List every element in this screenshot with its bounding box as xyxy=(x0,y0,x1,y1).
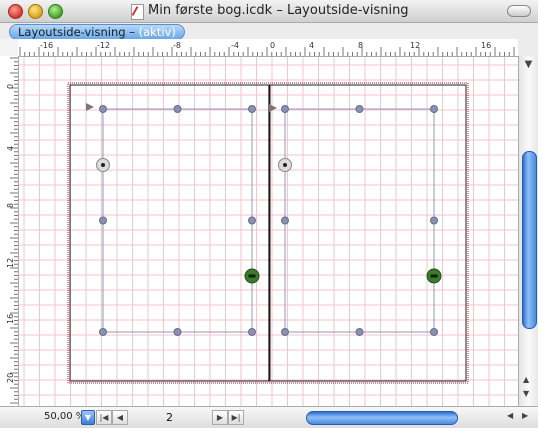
vertical-scrollbar[interactable]: ▼ ▲ ▼ xyxy=(518,56,538,406)
horizontal-scrollbar[interactable] xyxy=(298,409,507,425)
status-bar: 50,00 % ▼ |◀ ◀ 2 ▶ ▶| ◀ ▶ xyxy=(0,406,538,428)
frame-resize-handle[interactable] xyxy=(281,216,289,225)
tab-strip: Layoutside-visning – (aktiv) xyxy=(0,23,538,40)
next-page-icon[interactable]: ▶ xyxy=(212,410,228,425)
frame-resize-handle[interactable] xyxy=(248,216,256,225)
scroll-up-arrow-icon[interactable]: ▼ xyxy=(522,58,535,71)
ruler-label: 0 xyxy=(6,84,15,89)
vertical-ruler[interactable]: 0 4 8 12 16 20 xyxy=(0,56,19,406)
frame-resize-handle[interactable] xyxy=(430,216,438,225)
frame-resize-handle[interactable] xyxy=(355,105,364,113)
scroll-left-icon[interactable]: ◀ xyxy=(507,411,513,420)
frame-resize-handle[interactable] xyxy=(173,328,182,336)
ruler-label: 12 xyxy=(6,258,15,268)
ruler-label: -8 xyxy=(173,41,181,50)
scroll-right-icon[interactable]: ▶ xyxy=(522,411,528,420)
ruler-label: 4 xyxy=(309,41,314,50)
document-icon xyxy=(131,4,144,20)
window-title: Min første bog.icdk – Layoutside-visning xyxy=(148,3,409,18)
vertical-scroll-thumb[interactable] xyxy=(522,151,537,329)
scroll-down-icon[interactable]: ▼ xyxy=(523,389,529,398)
layout-canvas[interactable] xyxy=(19,57,518,406)
frame-resize-handle[interactable] xyxy=(99,105,107,113)
left-frame-out-port-icon[interactable] xyxy=(244,268,260,284)
frame-resize-handle[interactable] xyxy=(355,328,364,336)
right-frame-out-port-icon[interactable] xyxy=(426,268,442,284)
frame-resize-handle[interactable] xyxy=(99,216,107,225)
ruler-label: 16 xyxy=(481,41,491,50)
frame-resize-handle[interactable] xyxy=(430,105,438,113)
left-page[interactable] xyxy=(69,84,271,382)
right-page-start-marker[interactable] xyxy=(269,104,277,112)
toolbar-toggle-icon[interactable] xyxy=(507,5,531,17)
first-page-icon[interactable]: |◀ xyxy=(96,410,112,425)
frame-resize-handle[interactable] xyxy=(248,105,256,113)
last-page-icon[interactable]: ▶| xyxy=(228,410,244,425)
ruler-label: -16 xyxy=(40,41,53,50)
tab-layout-view[interactable]: Layoutside-visning – (aktiv) xyxy=(9,24,185,40)
zoom-level[interactable]: 50,00 % xyxy=(44,411,85,422)
previous-page-icon[interactable]: ◀ xyxy=(112,410,128,425)
left-text-frame[interactable] xyxy=(102,108,253,333)
right-page[interactable] xyxy=(268,84,467,382)
left-frame-in-port-icon[interactable] xyxy=(96,158,110,172)
ruler-label: -4 xyxy=(231,41,239,50)
window: Min første bog.icdk – Layoutside-visning… xyxy=(0,0,538,428)
horizontal-ruler-graphic: -16 -12 -8 -4 0 4 8 12 16 xyxy=(19,41,515,56)
ruler-corner[interactable] xyxy=(0,39,19,57)
ruler-label: -12 xyxy=(97,41,110,50)
ruler-label: 16 xyxy=(6,314,15,324)
ruler-label: 0 xyxy=(270,41,275,50)
ruler-label: 12 xyxy=(410,41,420,50)
horizontal-scroll-thumb[interactable] xyxy=(306,411,458,425)
ruler-label: 20 xyxy=(6,373,15,383)
right-frame-in-port-icon[interactable] xyxy=(278,158,292,172)
title-bar[interactable]: Min første bog.icdk – Layoutside-visning xyxy=(0,0,538,23)
page-spread[interactable] xyxy=(19,57,518,406)
frame-resize-handle[interactable] xyxy=(430,328,438,336)
frame-resize-handle[interactable] xyxy=(281,328,289,336)
horizontal-ruler[interactable]: -16 -12 -8 -4 0 4 8 12 16 xyxy=(18,39,518,57)
zoom-icon[interactable] xyxy=(48,4,63,19)
frame-resize-handle[interactable] xyxy=(99,328,107,336)
close-icon[interactable] xyxy=(8,4,23,19)
page-number[interactable]: 2 xyxy=(166,411,173,424)
frame-resize-handle[interactable] xyxy=(173,105,182,113)
ruler-label: 8 xyxy=(358,41,363,50)
tab-status: (aktiv) xyxy=(138,25,176,39)
scroll-up-icon[interactable]: ▲ xyxy=(523,375,529,384)
minimize-icon[interactable] xyxy=(28,4,43,19)
frame-resize-handle[interactable] xyxy=(248,328,256,336)
zoom-menu-chevron-down-icon[interactable]: ▼ xyxy=(81,410,95,425)
vertical-ruler-graphic: 0 4 8 12 16 20 xyxy=(6,57,18,404)
tab-label: Layoutside-visning – xyxy=(18,25,139,39)
ruler-label: 4 xyxy=(6,146,15,151)
page-bleed-outline xyxy=(67,82,469,384)
ruler-label: 8 xyxy=(6,203,15,208)
frame-resize-handle[interactable] xyxy=(281,105,289,113)
